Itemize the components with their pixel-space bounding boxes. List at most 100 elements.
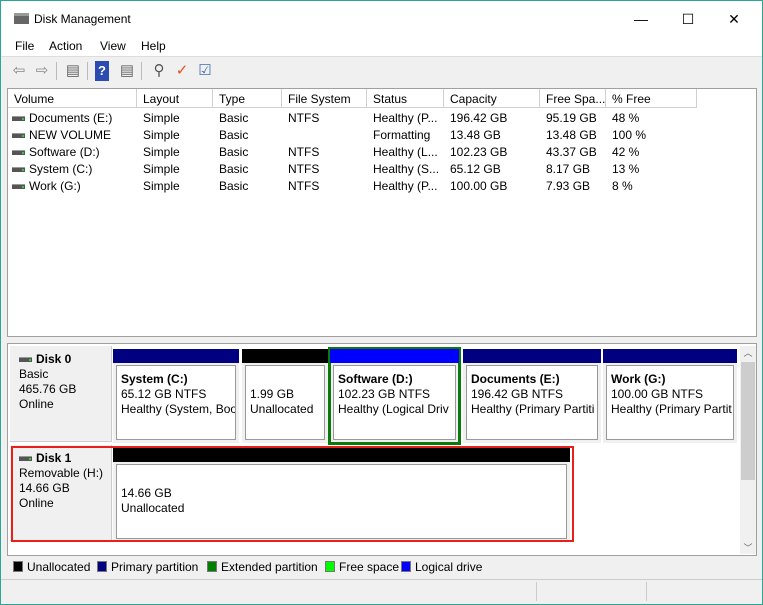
table-cell: 13 % (612, 162, 697, 176)
cell-text: 196.42 GB (450, 111, 508, 125)
legend-item: Unallocated (13, 560, 90, 574)
legend-swatch (401, 561, 411, 572)
partition-name: Software (D:) (338, 372, 413, 386)
table-cell: Basic (219, 162, 282, 176)
toolbar: ⇦ ⇨ ▤ ? ▤ ⚲ ✓ ☑ (1, 58, 762, 84)
table-cell: 13.48 GB (546, 128, 606, 142)
partition-name: Documents (E:) (471, 372, 560, 386)
table-cell: Basic (219, 179, 282, 193)
status-bar (1, 579, 762, 604)
volume-icon (12, 133, 25, 139)
partition[interactable]: System (C:) 65.12 GB NTFS Healthy (System,… (113, 349, 239, 443)
legend-item: Logical drive (401, 560, 482, 574)
volume-icon (12, 116, 25, 122)
maximize-button[interactable]: ☐ (665, 5, 711, 33)
volume-icon (12, 184, 25, 190)
table-row[interactable]: System (C:) Simple Basic NTFS Healthy (S... 6… (8, 160, 756, 177)
table-row[interactable]: Work (G:) Simple Basic NTFS Healthy (P... 100… (8, 177, 756, 194)
forward-icon[interactable]: ⇨ (32, 61, 52, 81)
menu-action[interactable]: Action (49, 39, 82, 53)
legend-item: Extended partition (207, 560, 318, 574)
vertical-scrollbar[interactable]: ︿ ﹀ (740, 346, 756, 554)
partition-status: Healthy (Primary Partit (611, 402, 732, 416)
table-row[interactable]: Documents (E:) Simple Basic NTFS Healthy (P.… (8, 109, 756, 126)
cell-text: Simple (143, 179, 180, 193)
back-icon[interactable]: ⇦ (9, 61, 29, 81)
partition-size: 196.42 GB NTFS (471, 387, 564, 401)
cell-text: 48 % (612, 111, 640, 125)
cell-text: 8.17 GB (546, 162, 591, 176)
help-icon[interactable]: ? (95, 61, 109, 81)
table-cell: Basic (219, 111, 282, 125)
column-header[interactable]: Status (367, 89, 444, 108)
cell-text: 13 % (612, 162, 640, 176)
column-header[interactable]: Volume (8, 89, 137, 108)
table-cell: 8.17 GB (546, 162, 606, 176)
cell-text: 43.37 GB (546, 145, 597, 159)
table-cell: NTFS (288, 162, 367, 176)
title-bar: Disk Management — ☐ ✕ (1, 1, 762, 37)
legend-swatch (325, 561, 335, 572)
table-cell: 65.12 GB (450, 162, 540, 176)
close-button[interactable]: ✕ (711, 5, 757, 33)
table-row[interactable]: Software (D:) Simple Basic NTFS Healthy (L..… (8, 143, 756, 160)
disk-0-label[interactable]: Disk 0 Basic 465.76 GB Online (10, 346, 112, 442)
table-cell: 43.37 GB (546, 145, 606, 159)
column-header[interactable]: Type (213, 89, 282, 108)
partition[interactable]: Work (G:) 100.00 GB NTFS Healthy (Primary … (603, 349, 737, 443)
legend-label: Free space (339, 560, 400, 574)
action-pane-icon[interactable]: ▤ (117, 61, 137, 81)
cell-text: NTFS (288, 145, 320, 159)
column-header[interactable]: Free Spa... (540, 89, 606, 108)
disk-name: Disk 0 (36, 352, 72, 366)
partition[interactable]: Software (D:) 102.23 GB NTFS Healthy (Logi… (328, 347, 461, 445)
table-cell: 42 % (612, 145, 697, 159)
menu-file[interactable]: File (15, 39, 34, 53)
column-header[interactable]: Capacity (444, 89, 540, 108)
cell-text: 13.48 GB (546, 128, 597, 142)
scroll-up-icon[interactable]: ︿ (740, 346, 756, 359)
scroll-thumb[interactable] (741, 362, 755, 480)
partition-status: Healthy (System, Boo (121, 402, 236, 416)
column-header[interactable]: File System (282, 89, 367, 108)
table-cell: Simple (143, 111, 213, 125)
cell-text: Healthy (P... (373, 111, 438, 125)
table-cell: NTFS (288, 179, 367, 193)
cell-text: Healthy (S... (373, 162, 440, 176)
scroll-down-icon[interactable]: ﹀ (740, 541, 756, 554)
table-cell: NEW VOLUME (12, 128, 135, 142)
cell-text: 42 % (612, 145, 640, 159)
table-cell: Healthy (S... (373, 162, 444, 176)
legend-item: Free space (325, 560, 399, 574)
partition[interactable]: Documents (E:) 196.42 GB NTFS Healthy (Pri… (463, 349, 601, 443)
legend-label: Extended partition (221, 560, 318, 574)
partition-color-bar (463, 349, 601, 363)
cell-text: NTFS (288, 179, 320, 193)
column-header[interactable]: % Free (606, 89, 697, 108)
console-tree-icon[interactable]: ▤ (63, 61, 83, 81)
partition-name: Work (G:) (611, 372, 666, 386)
cell-text: Basic (219, 111, 249, 125)
partition-name: System (C:) (121, 372, 188, 386)
table-cell: 95.19 GB (546, 111, 606, 125)
partition-color-bar (242, 349, 328, 363)
partition[interactable]: 1.99 GB Unallocated (242, 349, 328, 443)
column-header[interactable]: Layout (137, 89, 213, 108)
cell-text: Simple (143, 111, 180, 125)
cell-text: Simple (143, 162, 180, 176)
cell-text: Basic (219, 145, 249, 159)
properties-icon[interactable]: ✓ (172, 61, 192, 81)
connect-icon[interactable]: ⚲ (149, 61, 169, 81)
table-cell: 8 % (612, 179, 697, 193)
minimize-button[interactable]: — (618, 5, 664, 33)
settings-icon[interactable]: ☑ (195, 61, 215, 81)
cell-text: Simple (143, 145, 180, 159)
menu-help[interactable]: Help (141, 39, 166, 53)
disk-1-highlight (11, 446, 574, 542)
table-cell: Work (G:) (12, 179, 135, 193)
table-cell: Simple (143, 145, 213, 159)
menu-view[interactable]: View (100, 39, 126, 53)
legend-label: Primary partition (111, 560, 199, 574)
table-cell: Basic (219, 145, 282, 159)
table-row[interactable]: NEW VOLUME Simple Basic Formatting 13.48 GB 1… (8, 126, 756, 143)
